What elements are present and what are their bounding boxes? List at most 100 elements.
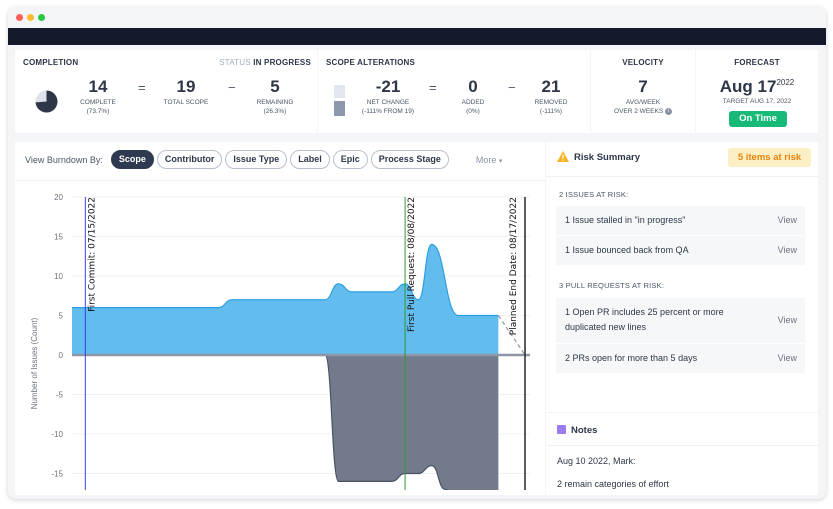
- close-window-button[interactable]: [16, 14, 23, 21]
- forecast-target: TARGET AUG 17, 2022: [722, 98, 792, 105]
- filter-chip-contributor[interactable]: Contributor: [156, 150, 223, 169]
- complete-metric: 14 COMPLETE (73.7%): [58, 77, 138, 116]
- maximize-window-button[interactable]: [38, 14, 45, 21]
- velocity-label: AVG/WEEK: [625, 99, 661, 106]
- scope-bar-removed: [334, 101, 345, 116]
- note-icon: [557, 425, 566, 434]
- marker-label: First Commit: 07/15/2022: [87, 197, 97, 312]
- risk-pr-text: 2 PRs open for more than 5 days: [565, 353, 698, 363]
- more-dropdown[interactable]: More ▾: [476, 155, 503, 165]
- total-scope-value: 19: [176, 77, 196, 96]
- removed-value: 21: [541, 77, 561, 96]
- y-tick-label: 5: [59, 312, 64, 321]
- filter-chip-process-stage[interactable]: Process Stage: [370, 150, 449, 169]
- view-link[interactable]: View: [778, 313, 797, 328]
- remaining-percent: (26.3%): [263, 108, 287, 115]
- items-at-risk-badge: 5 items at risk: [728, 148, 811, 167]
- removed-metric: 21 REMOVED (-111%): [511, 77, 591, 116]
- burndown-toolbar: View Burndown By: Scope Contributor Issue …: [25, 150, 502, 169]
- y-tick-label: -5: [56, 391, 64, 400]
- minimize-window-button[interactable]: [27, 14, 34, 21]
- risk-pr-row: 1 Open PR includes 25 percent or more du…: [556, 298, 805, 343]
- total-scope-metric: 19 TOTAL SCOPE: [146, 77, 226, 107]
- completion-panel: COMPLETION STATUS IN PROGRESS 14 COMPLETE…: [15, 50, 317, 133]
- risk-issue-text: 1 Issue stalled in "in progress": [565, 215, 686, 225]
- chevron-down-icon: ▾: [498, 157, 503, 165]
- complete-value: 14: [88, 77, 108, 96]
- equals-sign: =: [138, 80, 146, 95]
- velocity-metric: 7 AVG/WEEK OVER 2 WEEKS i: [603, 77, 683, 116]
- forecast-year: 2022: [776, 78, 795, 87]
- notes-panel: Notes Aug 10 2022, Mark: 2 remain catego…: [546, 413, 818, 495]
- view-burndown-label: View Burndown By:: [25, 154, 103, 165]
- added-metric: 0 ADDED (0%): [433, 77, 513, 116]
- y-tick-label: 20: [54, 193, 63, 202]
- velocity-sub: OVER 2 WEEKS: [614, 108, 664, 115]
- warning-icon: [557, 151, 569, 162]
- y-tick-label: 10: [54, 272, 63, 281]
- remaining-label: REMAINING: [256, 99, 294, 106]
- notes-title: Notes: [571, 425, 598, 436]
- removed-label: REMOVED: [534, 99, 568, 106]
- risk-summary-panel: Risk Summary 5 items at risk 2 ISSUES AT…: [546, 142, 818, 412]
- view-link[interactable]: View: [778, 243, 797, 258]
- note-entry-header: Aug 10 2022, Mark:: [557, 456, 636, 466]
- risk-summary-title: Risk Summary: [574, 152, 641, 163]
- status-indicator: STATUS IN PROGRESS: [219, 58, 311, 67]
- forecast-panel: FORECAST Aug 172022 TARGET AUG 17, 2022 …: [696, 50, 818, 133]
- filter-chip-scope[interactable]: Scope: [110, 150, 154, 169]
- risk-pr-row: 2 PRs open for more than 5 days View: [556, 344, 805, 373]
- issues-at-risk-heading: 2 ISSUES AT RISK:: [559, 190, 629, 199]
- filter-chip-issue-type[interactable]: Issue Type: [225, 150, 288, 169]
- net-change-metric: -21 NET CHANGE (-111% FROM 19): [348, 77, 428, 116]
- velocity-panel: VELOCITY 7 AVG/WEEK OVER 2 WEEKS i: [591, 50, 695, 133]
- risk-issue-text: 1 Issue bounced back from QA: [565, 245, 689, 255]
- app-header-bar: [8, 28, 826, 45]
- scope-alterations-title: SCOPE ALTERATIONS: [326, 58, 416, 67]
- y-tick-label: 15: [54, 233, 63, 242]
- net-change-sub: (-111% FROM 19): [361, 108, 415, 115]
- filter-chip-label[interactable]: Label: [290, 150, 330, 169]
- removed-percent: (-111%): [539, 108, 563, 115]
- status-value: IN PROGRESS: [253, 58, 311, 67]
- view-link[interactable]: View: [778, 213, 797, 228]
- more-label: More: [475, 154, 497, 165]
- marker-label: Planned End Date: 08/17/2022: [509, 197, 519, 335]
- risk-pr-text: 1 Open PR includes 25 percent or more du…: [565, 307, 724, 332]
- info-icon[interactable]: i: [664, 107, 672, 115]
- status-label: STATUS: [219, 58, 251, 67]
- divider: [546, 445, 818, 446]
- y-axis-label: Number of Issues (Count): [30, 317, 39, 409]
- divider: [546, 176, 818, 177]
- filter-chip-epic[interactable]: Epic: [332, 150, 368, 169]
- net-change-value: -21: [375, 77, 401, 96]
- note-entry-text: 2 remain categories of effort: [557, 479, 669, 489]
- risk-issue-row: 1 Issue bounced back from QA View: [556, 236, 805, 265]
- view-link[interactable]: View: [778, 351, 797, 366]
- complete-percent: (73.7%): [86, 108, 110, 115]
- divider: [15, 180, 545, 181]
- y-tick-label: -15: [51, 470, 63, 479]
- added-percent: (0%): [466, 108, 480, 115]
- completion-title: COMPLETION: [23, 58, 79, 67]
- total-scope-label: TOTAL SCOPE: [163, 99, 209, 106]
- added-value: 0: [468, 77, 478, 96]
- on-time-badge: On Time: [729, 111, 787, 127]
- burndown-panel: View Burndown By: Scope Contributor Issue …: [15, 142, 545, 495]
- net-change-label: NET CHANGE: [366, 99, 410, 106]
- forecast-title: FORECAST: [734, 58, 780, 67]
- complete-label: COMPLETE: [80, 99, 116, 106]
- added-label: ADDED: [461, 99, 485, 106]
- marker-label: First Pull Request: 08/08/2022: [407, 197, 417, 332]
- forecast-date-wrap: Aug 172022: [696, 77, 818, 97]
- prs-at-risk-heading: 3 PULL REQUESTS AT RISK:: [559, 281, 665, 290]
- y-tick-label: -10: [51, 430, 63, 439]
- velocity-value: 7: [638, 77, 648, 96]
- velocity-title: VELOCITY: [622, 58, 664, 67]
- y-tick-label: 0: [59, 351, 64, 360]
- forecast-date: Aug 17: [719, 77, 777, 96]
- scope-alterations-panel: SCOPE ALTERATIONS -21 NET CHANGE (-111% FR…: [318, 50, 590, 133]
- scope-bar-icon: [334, 85, 345, 98]
- burndown-chart: 20 15 10 5 0 -5 -10 -15 Number of Issues (Count)…: [30, 193, 530, 490]
- remaining-value: 5: [270, 77, 280, 96]
